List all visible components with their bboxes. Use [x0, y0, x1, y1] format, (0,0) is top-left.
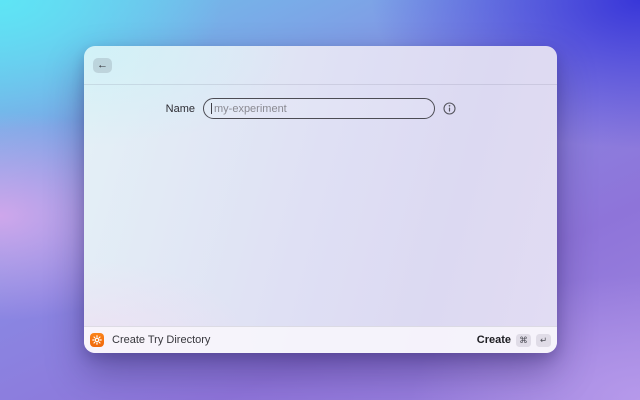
footer-context-label: Create Try Directory	[112, 334, 211, 346]
create-experiment-dialog: ← Name my-experiment Create Try Director…	[84, 46, 557, 353]
command-key-icon: ⌘	[516, 333, 531, 347]
create-button-label: Create	[476, 334, 511, 346]
back-button[interactable]: ←	[93, 58, 112, 73]
info-icon[interactable]	[443, 102, 456, 115]
create-button[interactable]: Create ⌘ ↵	[476, 333, 551, 347]
gear-icon	[90, 333, 104, 347]
return-key-icon: ↵	[536, 333, 551, 347]
back-arrow-icon: ←	[97, 59, 108, 71]
dialog-footer: Create Try Directory Create ⌘ ↵	[84, 326, 557, 353]
name-input-wrap	[203, 98, 435, 119]
name-field-row: Name	[84, 98, 557, 119]
dialog-header: ←	[84, 46, 557, 85]
name-input[interactable]	[203, 98, 435, 119]
name-field-label: Name	[165, 102, 195, 115]
text-caret	[211, 103, 212, 114]
